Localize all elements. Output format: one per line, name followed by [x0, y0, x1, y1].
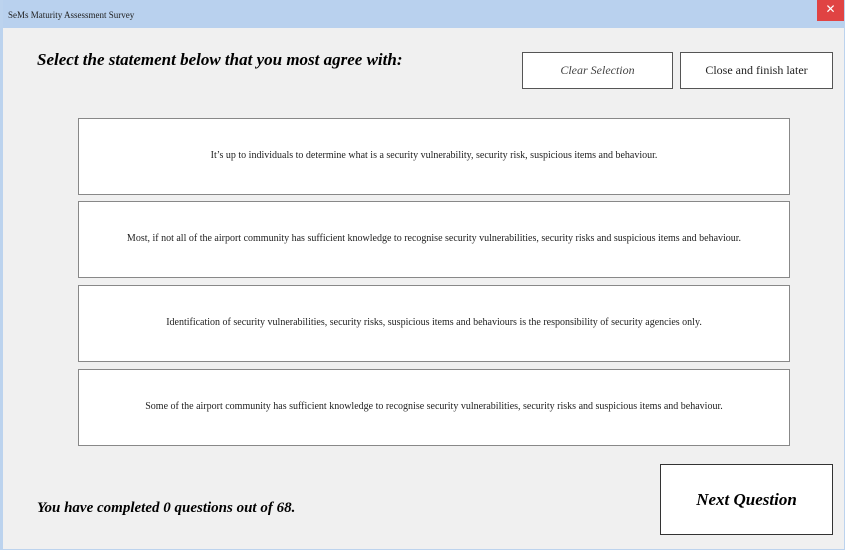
close-window-button[interactable]: ✕: [817, 0, 844, 21]
progress-text: You have completed 0 questions out of 68…: [37, 500, 296, 516]
close-icon: ✕: [825, 2, 836, 16]
answer-option-1[interactable]: It’s up to individuals to determine what…: [78, 118, 790, 195]
question-prompt: Select the statement below that you most…: [37, 50, 403, 69]
next-question-button[interactable]: Next Question: [660, 464, 833, 535]
title-bar: SeMs Maturity Assessment Survey ✕: [3, 0, 844, 28]
answer-option-3[interactable]: Identification of security vulnerabiliti…: [78, 285, 790, 362]
window-title: SeMs Maturity Assessment Survey: [8, 10, 135, 20]
answer-option-2[interactable]: Most, if not all of the airport communit…: [78, 201, 790, 278]
close-and-finish-later-button[interactable]: Close and finish later: [680, 52, 833, 89]
clear-selection-button[interactable]: Clear Selection: [522, 52, 673, 89]
answer-option-4[interactable]: Some of the airport community has suffic…: [78, 369, 790, 446]
survey-window: SeMs Maturity Assessment Survey ✕ Select…: [0, 0, 845, 550]
